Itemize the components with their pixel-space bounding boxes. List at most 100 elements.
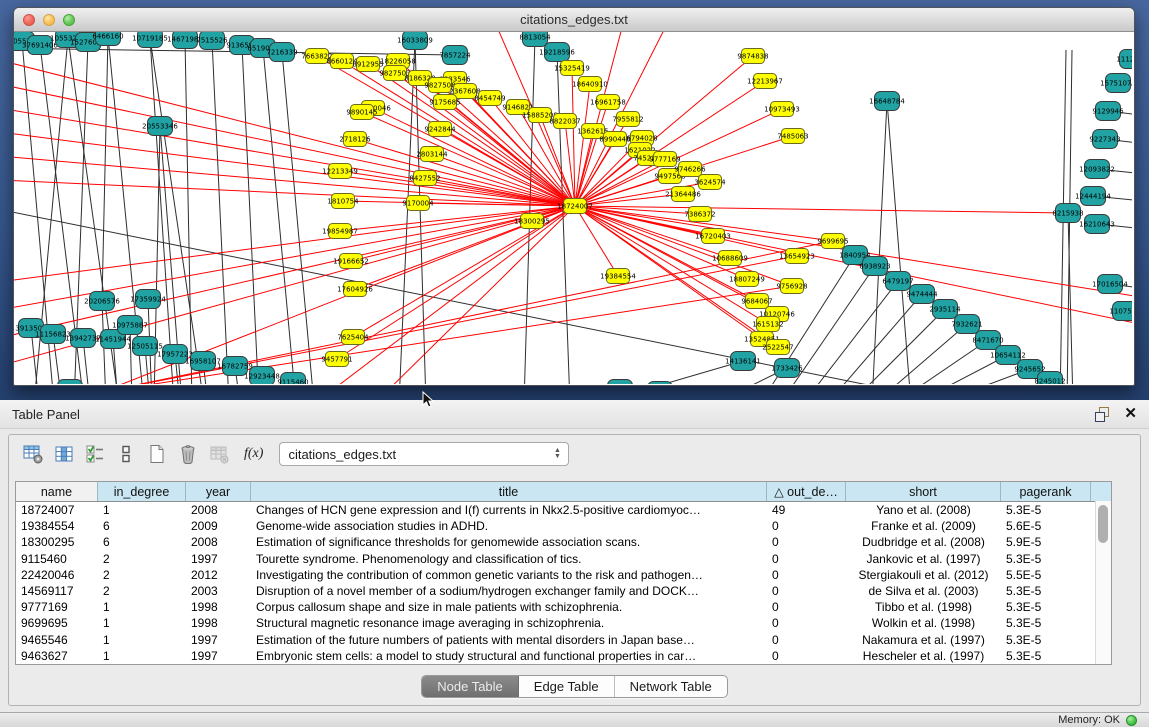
table-cell: 1 [98, 600, 186, 614]
table-panel-titlebar: Table Panel ✕ [0, 400, 1149, 429]
graph-node-label: 9777169 [649, 156, 680, 164]
table-row[interactable]: 1872400712008Changes of HCN gene express… [16, 502, 1111, 518]
table-panel-body: f(x) citations_edges.txt ▲▼ namein_degre… [8, 434, 1141, 706]
table-cell: 0 [767, 649, 846, 663]
graph-node[interactable] [648, 382, 673, 385]
graph-node-label: 1112304 [1116, 56, 1132, 64]
graph-edge [803, 281, 898, 384]
close-panel-icon[interactable]: ✕ [1124, 407, 1137, 421]
table-cell: Hescheler et al. (1997) [846, 649, 1001, 663]
table-cell: 9699695 [16, 616, 98, 630]
table-cell: 5.3E-5 [1001, 649, 1091, 663]
graph-node[interactable] [58, 380, 83, 385]
table-row[interactable]: 977716911998Corpus callosum shape and si… [16, 599, 1111, 615]
table-cell: 1 [98, 616, 186, 630]
graph-node-label: 9175685 [429, 99, 460, 107]
table-select-dropdown[interactable]: citations_edges.txt ▲▼ [279, 442, 569, 466]
column-header-year[interactable]: year [186, 482, 251, 501]
graph-edge [575, 206, 618, 276]
graph-node-label: 3624574 [694, 179, 726, 187]
table-row[interactable]: 946554611997Estimation of the future num… [16, 632, 1111, 648]
table-cell: 19384554 [16, 519, 98, 533]
table-body: 1872400712008Changes of HCN gene express… [16, 502, 1111, 664]
table-row[interactable]: 1938455462009Genome-wide association stu… [16, 518, 1111, 534]
graph-node-label: 8245012 [1034, 378, 1065, 385]
table-cell: 1997 [186, 552, 251, 566]
graph-edge [185, 39, 192, 384]
table-cell: 22420046 [16, 568, 98, 582]
graph-node-label: 1107533 [1109, 308, 1132, 316]
table-row[interactable]: 969969511998Structural magnetic resonanc… [16, 615, 1111, 631]
table-cell: Investigating the contribution of common… [251, 568, 767, 582]
column-header-pagerank[interactable]: pagerank [1001, 482, 1091, 501]
column-header-in_degree[interactable]: in_degree [98, 482, 186, 501]
tab-network-table[interactable]: Network Table [615, 676, 727, 697]
graph-node-label: 7955812 [612, 116, 643, 124]
table-vertical-scrollbar[interactable] [1095, 501, 1111, 664]
table-cell: 6 [98, 519, 186, 533]
row-height-icon[interactable] [114, 442, 138, 466]
graph-node-label: 14136141 [725, 358, 761, 366]
graph-node-label: 37691406 [22, 42, 58, 50]
graph-node-label: 12213967 [747, 78, 783, 86]
graph-node-label: 9242844 [424, 126, 456, 134]
graph-node-label: 7485063 [777, 133, 808, 141]
graph-node-label: 7625404 [337, 334, 369, 342]
network-window-title: citations_edges.txt [14, 12, 1134, 27]
delete-table-icon[interactable] [176, 442, 200, 466]
table-cell: Embryonic stem cells: a model to study s… [251, 649, 767, 663]
tab-node-table[interactable]: Node Table [422, 676, 519, 697]
network-graph[interactable]: 1405572437691406105532571527602164661601… [14, 32, 1132, 384]
function-builder-icon[interactable]: f(x) [244, 446, 263, 462]
table-row[interactable]: 1456911722003Disruption of a novel membe… [16, 583, 1111, 599]
graph-node-label: 18226058 [380, 58, 416, 66]
table-row[interactable]: 911546021997Tourette syndrome. Phenomeno… [16, 551, 1111, 567]
graph-node-label: 16720403 [695, 233, 731, 241]
table-cell: 1998 [186, 600, 251, 614]
graph-node-label: 9129946 [1092, 108, 1124, 116]
mouse-cursor [421, 391, 435, 409]
table-settings-icon[interactable] [21, 442, 45, 466]
float-panel-icon[interactable] [1095, 407, 1110, 422]
graph-node[interactable] [608, 380, 633, 385]
graph-edge [150, 38, 174, 384]
graph-node-label: 18724007 [557, 203, 593, 211]
graph-node-label: 9457791 [321, 356, 352, 364]
table-cell: 5.3E-5 [1001, 600, 1091, 614]
graph-edge [887, 101, 911, 384]
table-cell: 2 [98, 568, 186, 582]
attribute-table[interactable]: namein_degreeyeartitle△ out_de…shortpage… [15, 481, 1112, 665]
table-cell: Nakamura et al. (1997) [846, 633, 1001, 647]
graph-edge [14, 206, 575, 338]
table-cell: 1997 [186, 633, 251, 647]
show-columns-icon[interactable] [52, 442, 76, 466]
table-row[interactable]: 2242004622012Investigating the contribut… [16, 567, 1111, 583]
graph-node-label: 9890145 [346, 109, 377, 117]
network-window-titlebar[interactable]: citations_edges.txt [14, 8, 1134, 32]
graph-node-label: 16210643 [1079, 221, 1115, 229]
table-cell: 2008 [186, 503, 251, 517]
column-header-out_de[interactable]: △ out_de… [767, 482, 846, 501]
column-header-name[interactable]: name [16, 482, 98, 501]
table-cell: 1 [98, 649, 186, 663]
import-table-icon[interactable] [207, 442, 231, 466]
table-row[interactable]: 946362711997Embryonic stem cells: a mode… [16, 648, 1111, 664]
column-header-short[interactable]: short [846, 482, 1001, 501]
table-cell: 0 [767, 616, 846, 630]
scrollbar-thumb[interactable] [1098, 505, 1108, 543]
table-cell: Yano et al. (2008) [846, 503, 1001, 517]
graph-node-label: 12923448 [244, 373, 280, 381]
graph-node-label: 20553346 [142, 123, 178, 131]
graph-node-label: 10688609 [712, 255, 748, 263]
network-view[interactable]: 1405572437691406105532571527602164661601… [14, 32, 1132, 384]
select-columns-icon[interactable] [83, 442, 107, 466]
new-table-icon[interactable] [145, 442, 169, 466]
column-header-title[interactable]: title [251, 482, 767, 501]
table-row[interactable]: 1830029562008Estimation of significance … [16, 534, 1111, 550]
tab-edge-table[interactable]: Edge Table [519, 676, 615, 697]
graph-node-label: 16033809 [397, 37, 433, 45]
graph-edge [575, 206, 1068, 213]
table-toolbar: f(x) citations_edges.txt ▲▼ [9, 435, 1140, 473]
network-window[interactable]: citations_edges.txt 14055724376914061055… [13, 7, 1135, 386]
table-panel-title: Table Panel [12, 407, 1095, 422]
